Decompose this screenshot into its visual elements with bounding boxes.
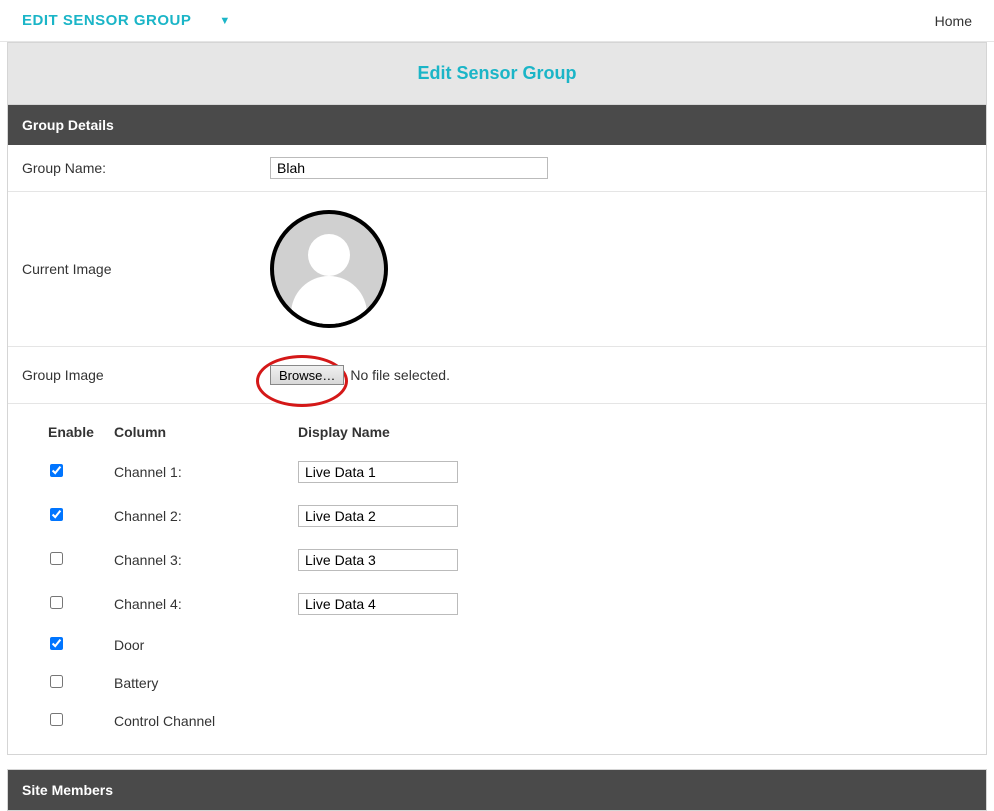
channel-display-cell <box>298 593 946 615</box>
channel-enable-checkbox[interactable] <box>50 552 63 565</box>
channels-section: Enable Column Display Name Channel 1:Cha… <box>8 404 986 754</box>
avatar-placeholder <box>270 210 388 328</box>
avatar-head-icon <box>308 234 350 276</box>
site-members-header: Site Members <box>8 770 986 810</box>
channel-row: Control Channel <box>48 702 946 740</box>
current-image-row: Current Image <box>8 192 986 347</box>
file-selected-status: No file selected. <box>350 367 450 383</box>
channel-row: Channel 1: <box>48 450 946 494</box>
channels-table-header: Enable Column Display Name <box>48 414 946 450</box>
channel-enable-checkbox[interactable] <box>50 596 63 609</box>
channel-enable-cell <box>48 552 114 568</box>
channel-row: Channel 3: <box>48 538 946 582</box>
channel-row: Channel 2: <box>48 494 946 538</box>
channel-enable-checkbox[interactable] <box>50 637 63 650</box>
group-name-input[interactable] <box>270 157 548 179</box>
channel-label: Door <box>114 637 298 653</box>
channel-display-cell <box>298 461 946 483</box>
channel-row: Channel 4: <box>48 582 946 626</box>
header-column: Column <box>114 424 298 440</box>
chevron-down-icon[interactable]: ▼ <box>219 15 230 27</box>
page-title: Edit Sensor Group <box>417 63 576 83</box>
channel-enable-checkbox[interactable] <box>50 508 63 521</box>
channel-label: Channel 2: <box>114 508 298 524</box>
header-enable: Enable <box>48 424 114 440</box>
channel-label: Control Channel <box>114 713 298 729</box>
browse-button[interactable]: Browse… <box>270 365 344 385</box>
channel-enable-cell <box>48 596 114 612</box>
channel-enable-checkbox[interactable] <box>50 464 63 477</box>
channel-label: Channel 3: <box>114 552 298 568</box>
avatar-body-icon <box>291 276 367 326</box>
site-members-panel: Site Members <box>7 769 987 811</box>
group-details-panel: Group Details Group Name: Current Image … <box>7 104 987 755</box>
channel-display-input[interactable] <box>298 593 458 615</box>
channel-enable-cell <box>48 713 114 729</box>
home-link[interactable]: Home <box>935 13 972 29</box>
channel-label: Battery <box>114 675 298 691</box>
channel-enable-cell <box>48 637 114 653</box>
group-name-row: Group Name: <box>8 145 986 192</box>
channel-enable-cell <box>48 464 114 480</box>
group-name-label: Group Name: <box>22 160 270 176</box>
topbar: EDIT SENSOR GROUP ▼ Home <box>0 0 994 42</box>
channel-row: Battery <box>48 664 946 702</box>
channel-enable-checkbox[interactable] <box>50 713 63 726</box>
group-image-label: Group Image <box>22 367 270 383</box>
channel-display-input[interactable] <box>298 461 458 483</box>
channel-enable-cell <box>48 508 114 524</box>
channel-enable-cell <box>48 675 114 691</box>
topbar-left: EDIT SENSOR GROUP ▼ <box>22 12 230 29</box>
channel-display-cell <box>298 549 946 571</box>
header-display: Display Name <box>298 424 946 440</box>
channel-row: Door <box>48 626 946 664</box>
channels-table-body: Channel 1: Channel 2: Channel 3: Channel 4:… <box>48 450 946 740</box>
channel-label: Channel 4: <box>114 596 298 612</box>
current-image-label: Current Image <box>22 261 270 277</box>
channel-enable-checkbox[interactable] <box>50 675 63 688</box>
channel-label: Channel 1: <box>114 464 298 480</box>
channel-display-cell <box>298 505 946 527</box>
group-image-row: Group Image Browse… No file selected. <box>8 347 986 404</box>
channel-display-input[interactable] <box>298 549 458 571</box>
group-details-header: Group Details <box>8 105 986 145</box>
page-header: Edit Sensor Group <box>7 42 987 104</box>
page-context-title[interactable]: EDIT SENSOR GROUP <box>22 12 191 29</box>
channel-display-input[interactable] <box>298 505 458 527</box>
